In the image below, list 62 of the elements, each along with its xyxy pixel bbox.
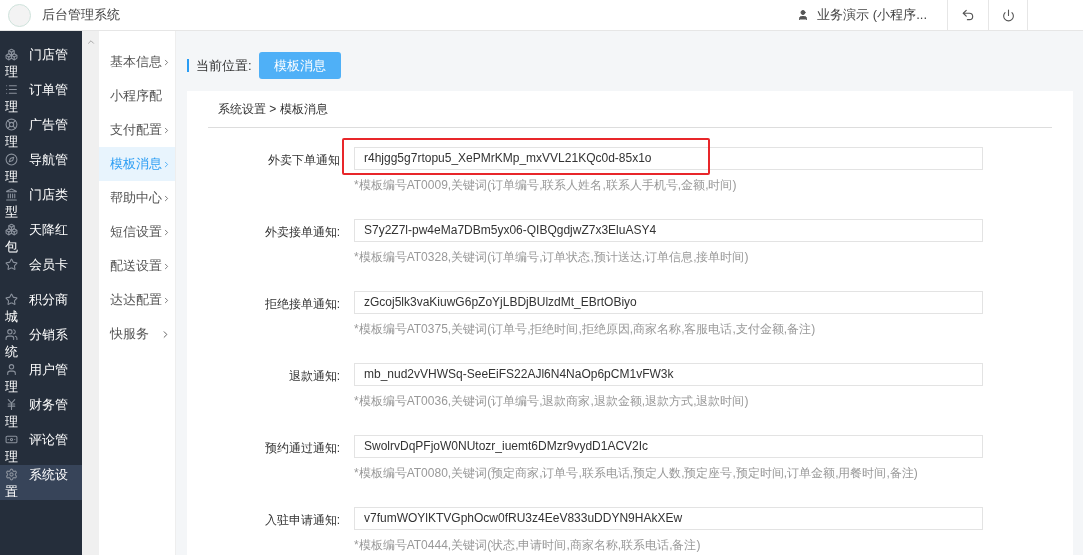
sidebar-item[interactable]: 天降红包: [0, 220, 82, 255]
location-label: 当前位置:: [196, 56, 252, 75]
sidebar-item[interactable]: 财务管理: [0, 395, 82, 430]
input-field[interactable]: zGcoj5lk3vaKiuwG6pZoYjLBDjBUlzdMt_EBrtOBiyo: [354, 290, 983, 314]
field-hint: *模板编号AT0444,关键词(状态,申请时间,商家名称,联系电话,备注): [354, 536, 702, 554]
field-label: 外卖接单通知:: [264, 225, 340, 239]
lifebuoy-icon: [5, 118, 18, 131]
input-field[interactable]: mb_nud2vVHWSq-SeeEiFS22AJl6N4NaOp6pCM1vFW3k: [354, 362, 983, 386]
bank-icon: [5, 188, 18, 201]
sidebar-item[interactable]: 门店类型: [0, 185, 82, 220]
subnav-item[interactable]: 帮助中心: [99, 181, 175, 215]
sidebar-item[interactable]: 评论管理: [0, 430, 82, 465]
power-button[interactable]: [988, 0, 1028, 30]
banknote-icon: [5, 433, 18, 446]
cubes-icon: [5, 223, 18, 236]
field-label: 拒绝接单通知:: [264, 297, 340, 311]
field-label: 入驻申请通知:: [264, 513, 340, 527]
field-label: 退款通知:: [288, 369, 340, 383]
scroll-up-icon[interactable]: [85, 37, 96, 47]
power-icon: [1001, 8, 1015, 22]
sidebar-item[interactable]: 广告管理: [0, 115, 82, 150]
field-label: 外卖下单通知: [268, 153, 340, 167]
yen-icon: [5, 398, 18, 411]
subnav-item[interactable]: 短信设置: [99, 215, 175, 249]
sidebar-item[interactable]: 会员卡: [0, 255, 82, 290]
field-hint: *模板编号AT0036,关键词(订单编号,退款商家,退款金额,退款方式,退款时间): [354, 392, 750, 410]
field-hint: *模板编号AT0328,关键词(订单编号,订单状态,预计送达,订单信息,接单时间): [354, 248, 750, 266]
sidebar-item[interactable]: 系统设置: [0, 465, 82, 500]
list-icon: [5, 83, 18, 96]
subnav-item[interactable]: 配送设置: [99, 249, 175, 283]
sidebar-item[interactable]: 分销系统: [0, 325, 82, 360]
app-title: 后台管理系统: [42, 6, 120, 25]
users-icon: [5, 328, 18, 341]
input-field[interactable]: SwolrvDqPFjoW0NUtozr_iuemt6DMzr9vydD1ACV2Ic: [354, 434, 983, 458]
user-menu[interactable]: 业务演示 (小程序...: [817, 5, 927, 25]
compass-icon: [5, 153, 18, 166]
cubes-icon: [5, 48, 18, 61]
field-hint: *模板编号AT0080,关键词(预定商家,订单号,联系电话,预定人数,预定座号,预定时间,订单金额,用餐时间,备注): [354, 464, 919, 482]
subnav-item[interactable]: 达达配置: [99, 283, 175, 317]
sidebar-item[interactable]: 导航管理: [0, 150, 82, 185]
sidebar-item[interactable]: 门店管理: [0, 45, 82, 80]
subnav-item[interactable]: 基本信息: [99, 45, 175, 79]
subnav-item[interactable]: 支付配置: [99, 113, 175, 147]
user-icon: [5, 363, 18, 376]
field-hint: *模板编号AT0009,关键词(订单编号,联系人姓名,联系人手机号,金额,时间): [354, 176, 738, 194]
subnav-item[interactable]: 快服务: [99, 317, 175, 351]
sidebar-item[interactable]: 订单管理: [0, 80, 82, 115]
field-label: 预约通过通知:: [264, 441, 340, 455]
input-field[interactable]: S7y2Z7l-pw4eMa7DBm5yx06-QIBQgdjwZ7x3EluASY4: [354, 218, 983, 242]
star-icon: [5, 293, 18, 306]
sidebar-item[interactable]: 积分商城: [0, 290, 82, 325]
user-icon: [797, 9, 810, 21]
subnav-item[interactable]: 小程序配: [99, 79, 175, 113]
star-icon: [5, 258, 18, 271]
input-field[interactable]: r4hjgg5g7rtopu5_XePMrKMp_mxVVL21KQc0d-85x1o: [354, 146, 983, 170]
logo-icon: [8, 3, 31, 27]
reply-icon: [961, 8, 975, 22]
field-hint: *模板编号AT0375,关键词(订单号,拒绝时间,拒绝原因,商家名称,客服电话,支付金额,备注): [354, 320, 817, 338]
breadcrumb: 系统设置 > 模板消息: [218, 101, 328, 118]
input-field[interactable]: v7fumWOYlKTVGphOcw0fRU3z4EeV833uDDYN9HAkXEw: [354, 506, 983, 530]
sidebar-item[interactable]: 用户管理: [0, 360, 82, 395]
settings-icon: [5, 468, 18, 481]
